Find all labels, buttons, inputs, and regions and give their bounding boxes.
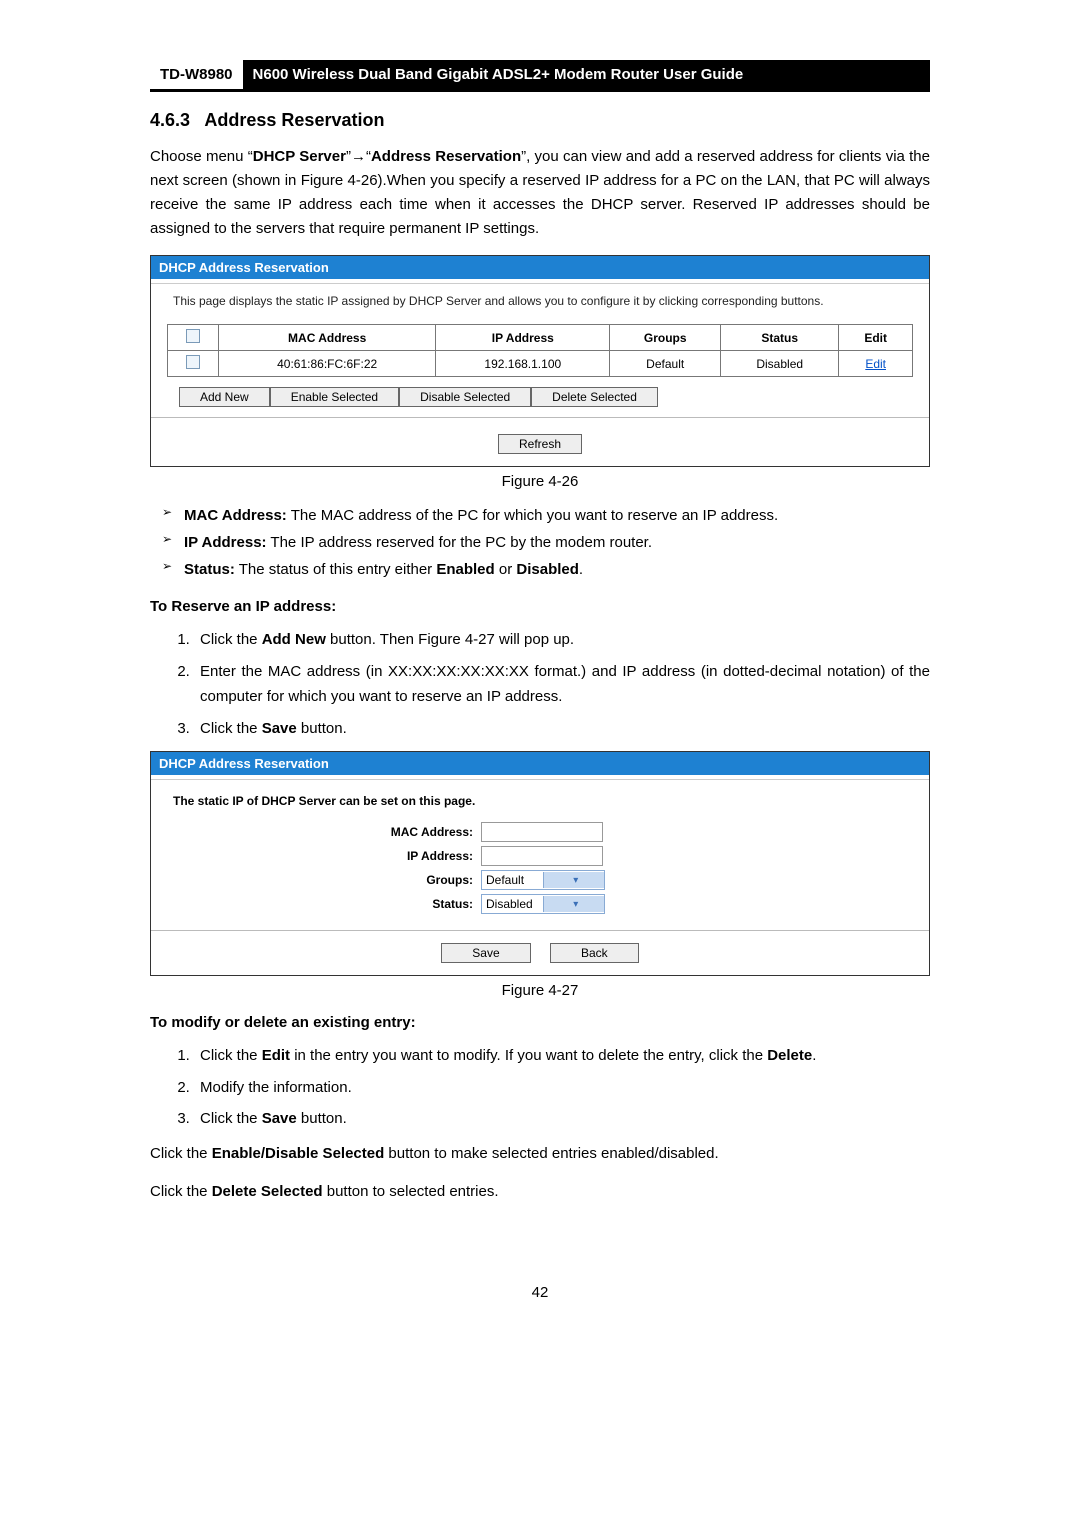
reserve-steps: Click the Add New button. Then Figure 4-… [150, 627, 930, 741]
label-mac: MAC Address: [173, 825, 481, 839]
section-number: 4.6.3 [150, 110, 190, 130]
enable-selected-button[interactable]: Enable Selected [270, 387, 399, 407]
select-groups[interactable]: Default ▾ [481, 870, 605, 890]
section-title: Address Reservation [204, 110, 384, 130]
reservation-table: MAC Address IP Address Groups Status Edi… [167, 324, 913, 377]
figure-caption-27: Figure 4-27 [150, 982, 930, 999]
label-status: Status: [173, 897, 481, 911]
refresh-button[interactable]: Refresh [498, 434, 582, 454]
reserve-heading: To Reserve an IP address: [150, 595, 930, 619]
action-button-row: Add New Enable Selected Disable Selected… [179, 387, 929, 407]
col-mac: MAC Address [219, 325, 436, 351]
input-mac[interactable] [481, 822, 603, 842]
cell-ip: 192.168.1.100 [436, 351, 610, 377]
modify-heading: To modify or delete an existing entry: [150, 1011, 930, 1035]
bullet-status: Status: The status of this entry either … [184, 556, 930, 583]
input-ip[interactable] [481, 846, 603, 866]
field-descriptions: MAC Address: The MAC address of the PC f… [150, 502, 930, 583]
cell-groups: Default [610, 351, 721, 377]
figure-caption-26: Figure 4-26 [150, 473, 930, 490]
row-mac: MAC Address: [173, 822, 907, 842]
mod-step-2: Modify the information. [194, 1075, 930, 1101]
col-edit: Edit [839, 325, 913, 351]
select-status-value: Disabled [482, 897, 543, 911]
cell-status: Disabled [721, 351, 839, 377]
step-1: Click the Add New button. Then Figure 4-… [194, 627, 930, 653]
disable-selected-button[interactable]: Disable Selected [399, 387, 531, 407]
delete-selected-button[interactable]: Delete Selected [531, 387, 658, 407]
fig-dhcp-form-panel: DHCP Address Reservation The static IP o… [150, 751, 930, 976]
col-status: Status [721, 325, 839, 351]
bullet-ip: IP Address: The IP address reserved for … [184, 529, 930, 556]
table-row: 40:61:86:FC:6F:22 192.168.1.100 Default … [168, 351, 913, 377]
intro-paragraph: Choose menu “DHCP Server”→“Address Reser… [150, 145, 930, 241]
panel-description: This page displays the static IP assigne… [151, 284, 929, 318]
row-ip: IP Address: [173, 846, 907, 866]
doc-header: TD-W8980 N600 Wireless Dual Band Gigabit… [150, 60, 930, 92]
enable-disable-note: Click the Enable/Disable Selected button… [150, 1142, 930, 1166]
delete-selected-note: Click the Delete Selected button to sele… [150, 1180, 930, 1204]
select-status[interactable]: Disabled ▾ [481, 894, 605, 914]
cell-mac: 40:61:86:FC:6F:22 [219, 351, 436, 377]
bullet-mac: MAC Address: The MAC address of the PC f… [184, 502, 930, 529]
mod-step-1: Click the Edit in the entry you want to … [194, 1043, 930, 1069]
form-description: The static IP of DHCP Server can be set … [173, 794, 907, 808]
step-2: Enter the MAC address (in XX:XX:XX:XX:XX… [194, 659, 930, 710]
col-groups: Groups [610, 325, 721, 351]
panel-title: DHCP Address Reservation [151, 256, 929, 279]
page-number: 42 [150, 1284, 930, 1301]
panel-title-2: DHCP Address Reservation [151, 752, 929, 775]
table-header-row: MAC Address IP Address Groups Status Edi… [168, 325, 913, 351]
fig-dhcp-list-panel: DHCP Address Reservation This page displ… [150, 255, 930, 467]
select-all-checkbox[interactable] [186, 329, 200, 343]
row-checkbox[interactable] [186, 355, 200, 369]
add-new-button[interactable]: Add New [179, 387, 270, 407]
model-badge: TD-W8980 [150, 60, 243, 89]
modify-steps: Click the Edit in the entry you want to … [150, 1043, 930, 1132]
row-groups: Groups: Default ▾ [173, 870, 907, 890]
chevron-down-icon: ▾ [543, 872, 605, 888]
section-heading: 4.6.3 Address Reservation [150, 110, 930, 131]
step-3: Click the Save button. [194, 716, 930, 742]
mod-step-3: Click the Save button. [194, 1106, 930, 1132]
doc-title: N600 Wireless Dual Band Gigabit ADSL2+ M… [243, 60, 930, 89]
edit-link[interactable]: Edit [865, 357, 886, 371]
save-button[interactable]: Save [441, 943, 530, 963]
label-ip: IP Address: [173, 849, 481, 863]
select-groups-value: Default [482, 873, 543, 887]
col-ip: IP Address [436, 325, 610, 351]
chevron-down-icon: ▾ [543, 896, 605, 912]
row-status: Status: Disabled ▾ [173, 894, 907, 914]
back-button[interactable]: Back [550, 943, 639, 963]
label-groups: Groups: [173, 873, 481, 887]
